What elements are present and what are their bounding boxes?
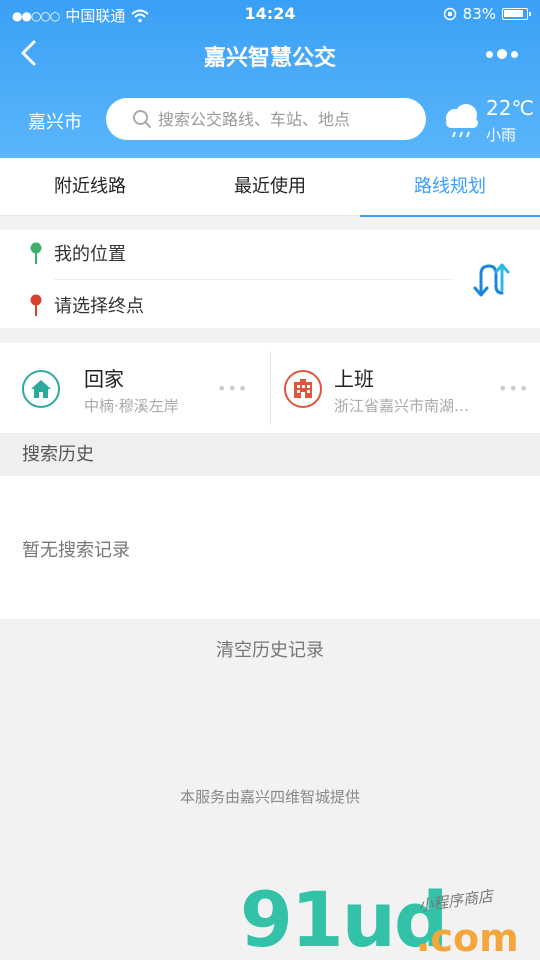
favorite-address: 浙江省嘉兴市南湖… xyxy=(334,397,470,415)
origin-label: 我的位置 xyxy=(54,244,126,265)
tab-bar: 附近线路 最近使用 路线规划 xyxy=(0,158,540,217)
route-divider xyxy=(54,279,454,280)
destination-field[interactable]: 请选择终点 xyxy=(28,290,144,320)
more-menu-button[interactable] xyxy=(486,42,520,66)
swap-icon[interactable] xyxy=(470,260,510,300)
history-header: 搜索历史 xyxy=(0,433,540,476)
favorite-address: 中楠·穆溪左岸 xyxy=(84,397,179,415)
route-planner: 我的位置 请选择终点 xyxy=(0,230,540,328)
history-empty-text: 暂无搜索记录 xyxy=(22,540,130,561)
battery-percent: 83% xyxy=(462,5,496,23)
nav-bar: 嘉兴智慧公交 xyxy=(0,30,540,80)
status-bar: ●●○○○ 中国联通 14:24 83% xyxy=(0,0,540,30)
favorite-places: 回家 中楠·穆溪左岸 ••• 上班 浙江省嘉兴市南湖… ••• xyxy=(0,343,540,433)
tab-nearby-lines[interactable]: 附近线路 xyxy=(0,158,180,216)
more-dot-icon xyxy=(497,49,507,59)
weather-widget: 22℃ 小雨 xyxy=(440,96,540,146)
weather-temp: 22℃ xyxy=(486,96,534,120)
office-building-icon xyxy=(284,370,322,408)
more-dot-icon xyxy=(486,50,493,58)
origin-field[interactable]: 我的位置 xyxy=(28,238,126,268)
favorite-name: 上班 xyxy=(334,367,374,391)
city-selector[interactable]: 嘉兴市 xyxy=(28,108,82,134)
watermark: 91ud 小程序商店 .com xyxy=(240,882,540,960)
search-row: 嘉兴市 22℃ 小雨 xyxy=(0,96,540,144)
favorite-work[interactable]: 上班 浙江省嘉兴市南湖… ••• xyxy=(270,343,540,433)
ellipsis-icon[interactable]: ••• xyxy=(217,379,248,398)
page-title: 嘉兴智慧公交 xyxy=(203,46,336,71)
red-pin-icon xyxy=(30,294,42,316)
orientation-lock-icon xyxy=(443,7,456,21)
tab-recent[interactable]: 最近使用 xyxy=(180,158,360,216)
rain-cloud-icon xyxy=(446,104,478,138)
search-input[interactable] xyxy=(158,109,418,129)
battery-icon xyxy=(502,8,531,20)
service-provider-note: 本服务由嘉兴四维智城提供 xyxy=(179,788,360,806)
weather-condition: 小雨 xyxy=(486,126,517,144)
search-box[interactable] xyxy=(106,98,426,140)
clear-history-button[interactable]: 清空历史记录 xyxy=(0,636,540,662)
home-icon xyxy=(22,370,60,408)
favorite-name: 回家 xyxy=(84,367,124,391)
search-icon xyxy=(133,110,151,128)
header: ●●○○○ 中国联通 14:24 83% 嘉兴智慧公交 嘉兴市 搜索公交路线、车… xyxy=(0,0,540,158)
green-pin-icon xyxy=(30,242,42,264)
tab-route-planning[interactable]: 路线规划 xyxy=(360,158,540,217)
history-list: 暂无搜索记录 xyxy=(0,476,540,619)
more-dot-icon xyxy=(511,50,518,58)
watermark-suffix: .com xyxy=(416,916,519,960)
favorite-home[interactable]: 回家 中楠·穆溪左岸 ••• xyxy=(0,343,270,433)
ellipsis-icon[interactable]: ••• xyxy=(498,379,529,398)
destination-label: 请选择终点 xyxy=(54,296,144,317)
